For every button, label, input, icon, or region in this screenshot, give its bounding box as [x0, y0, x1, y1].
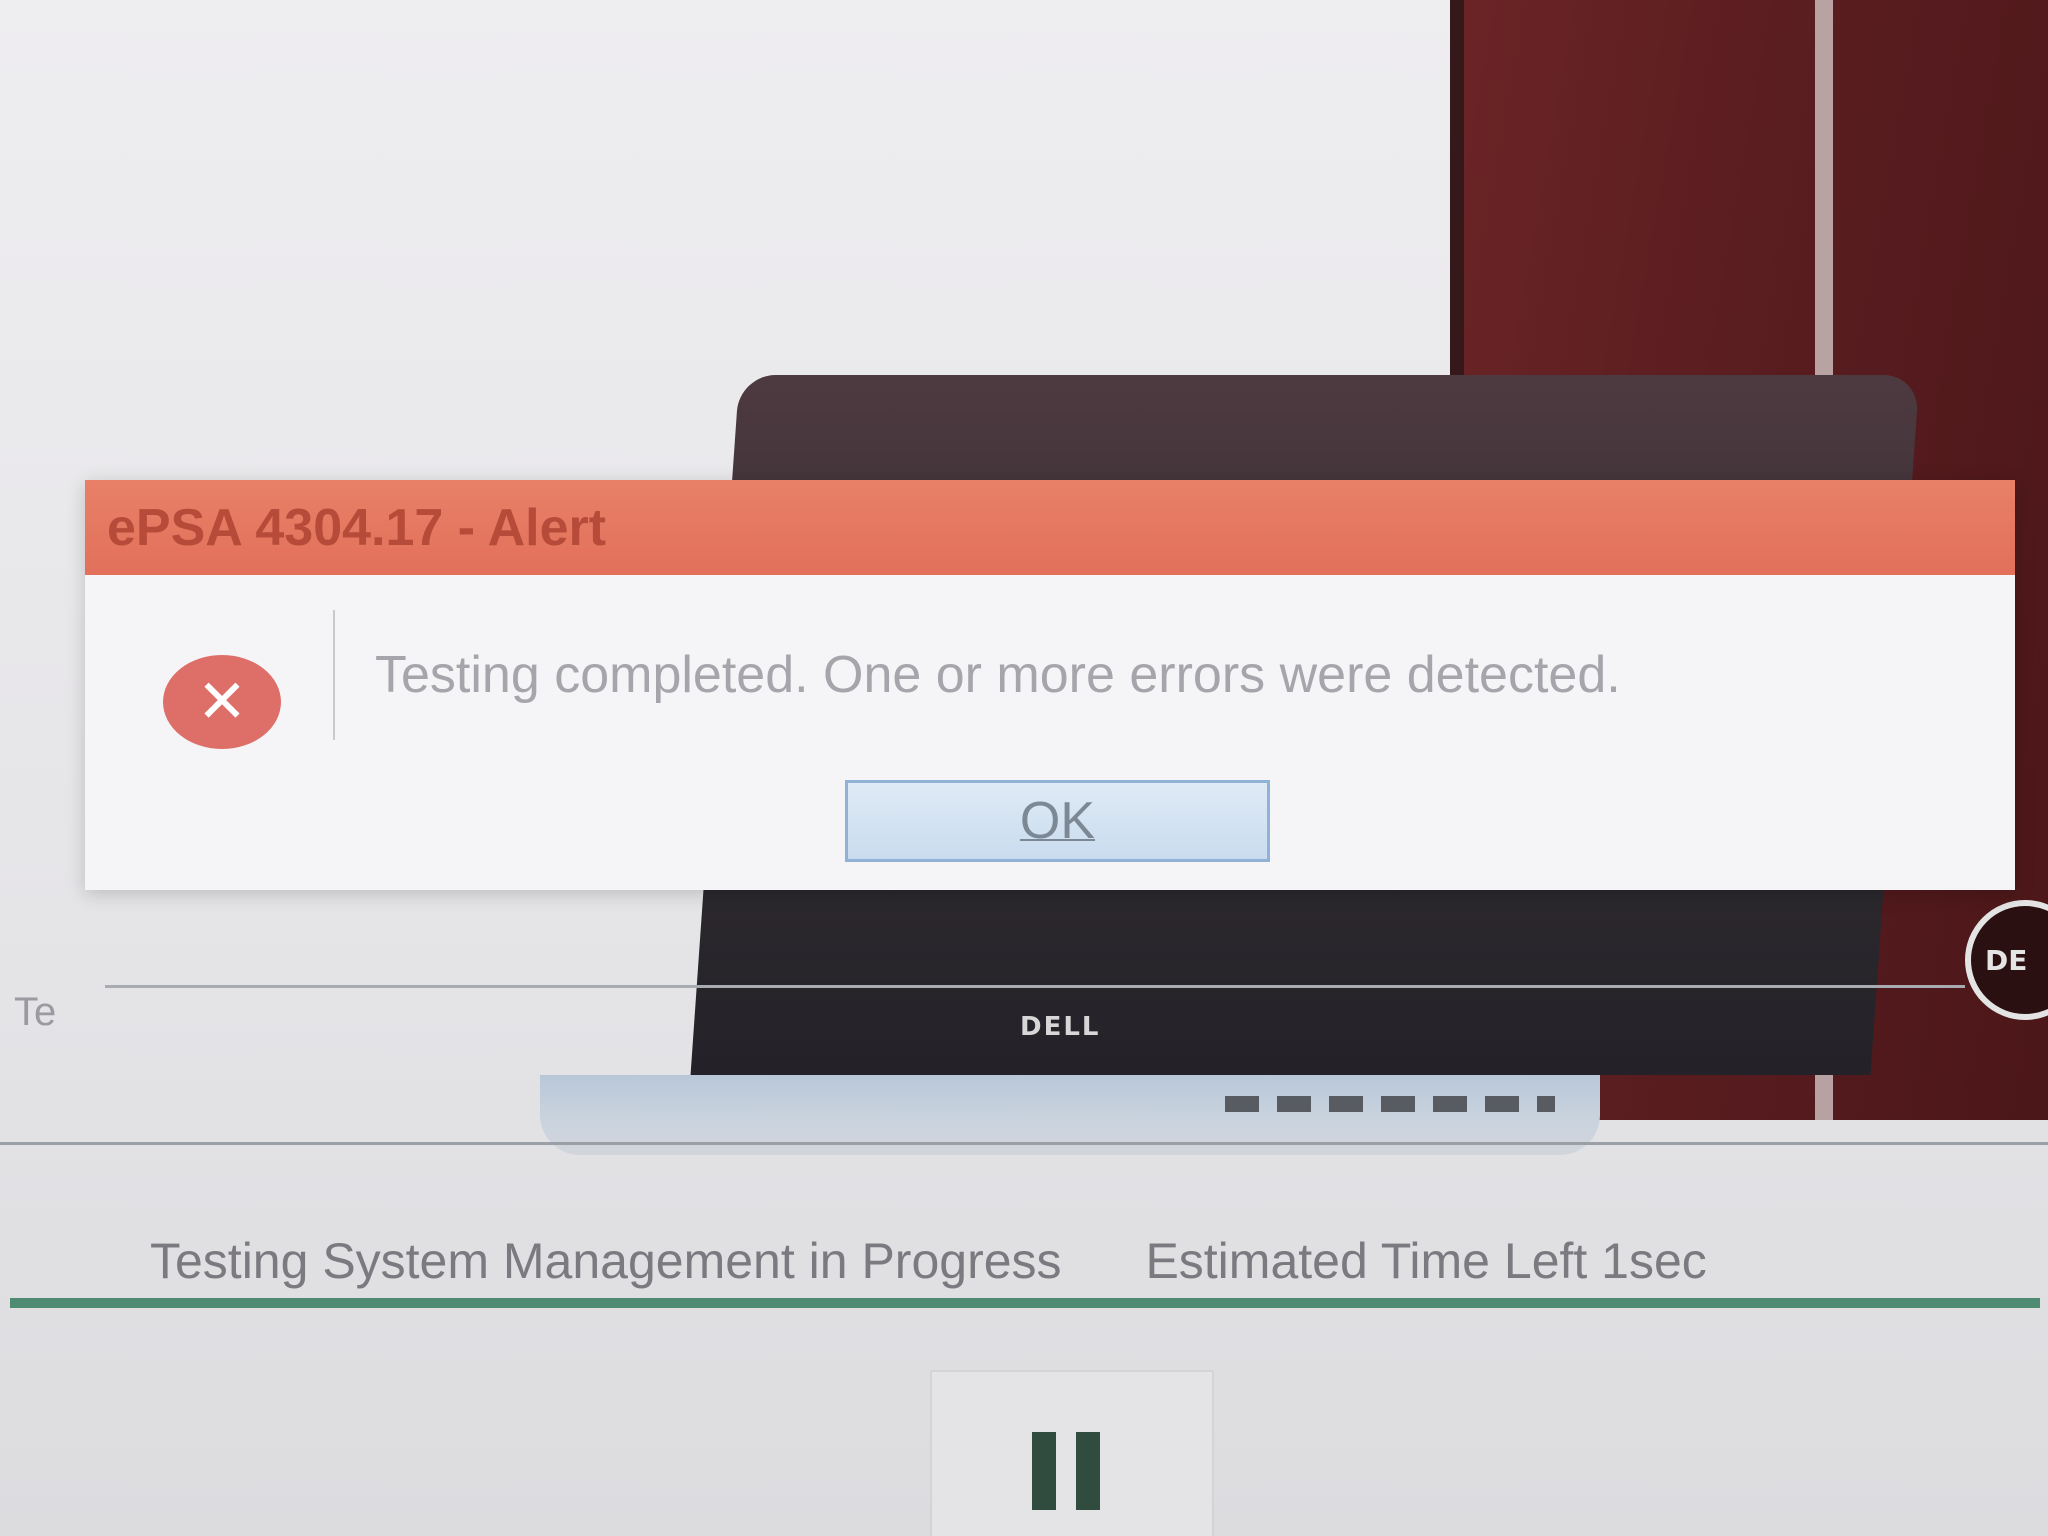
- status-message: Testing System Management in Progress: [150, 1233, 1062, 1289]
- pause-icon: [1032, 1432, 1100, 1510]
- status-bar: Testing System Management in Progress Es…: [150, 1232, 1950, 1290]
- time-left: Estimated Time Left 1sec: [1145, 1233, 1707, 1289]
- dialog-body: ✕ Testing completed. One or more errors …: [85, 575, 2015, 988]
- epsa-diagnostics-screen: DE DELL Te Testing System Management in …: [0, 0, 2048, 1536]
- dialog-divider: [333, 610, 335, 740]
- ok-button-label: OK: [1019, 792, 1096, 850]
- status-divider: [0, 1142, 2048, 1145]
- error-icon: ✕: [163, 655, 281, 749]
- ok-button[interactable]: OK: [845, 780, 1270, 862]
- alert-dialog: ePSA 4304.17 - Alert ✕ Testing completed…: [85, 480, 2015, 988]
- dialog-titlebar[interactable]: ePSA 4304.17 - Alert: [85, 480, 2015, 575]
- progress-bar: [10, 1298, 2040, 1308]
- dialog-bottom-border: [105, 985, 1965, 988]
- pause-button[interactable]: [930, 1370, 1214, 1536]
- dialog-message: Testing completed. One or more errors we…: [375, 646, 1621, 704]
- dialog-title: ePSA 4304.17 - Alert: [107, 498, 607, 557]
- laptop-logo: DELL: [1020, 1012, 1101, 1042]
- side-label-fragment: Te: [14, 990, 57, 1034]
- progress-fill: [10, 1298, 2040, 1308]
- laptop-ports: [1225, 1096, 1555, 1112]
